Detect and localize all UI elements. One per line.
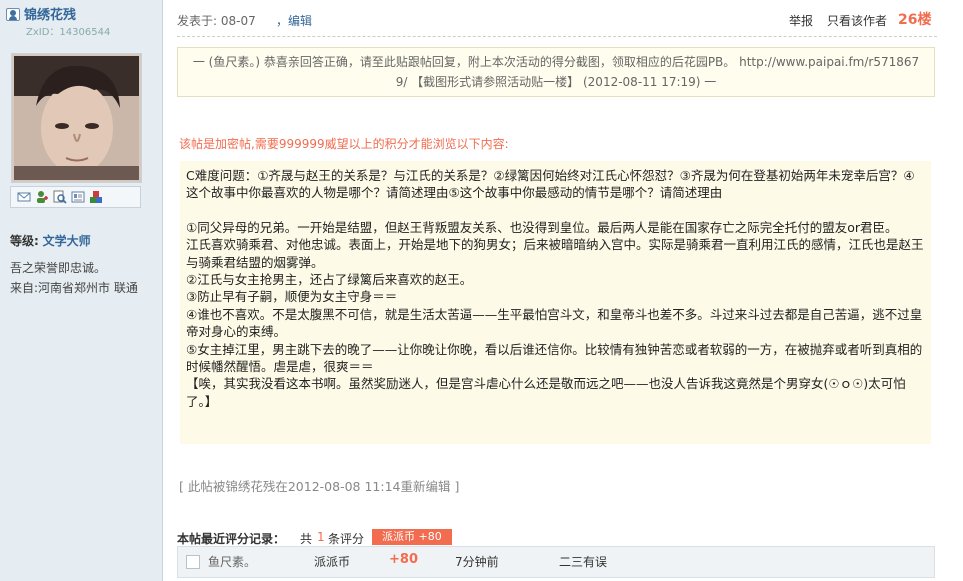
edit-history: [ 此帖被锦绣花残在2012-08-08 11:14重新编辑 ] [179,479,460,494]
rating-time: 7分钟前 [455,555,499,569]
add-friend-icon[interactable] [35,190,49,204]
user-icon [6,8,20,21]
forum-post: 锦绣花残 ZxID：14306544 等级: 文学大师 吾之荣誉即忠诚。 来自:… [0,0,963,581]
search-icon[interactable] [53,190,67,204]
profile-card-icon[interactable] [71,190,85,204]
moderator-notice: 一 (鱼尺素。) 恭喜亲回答正确，请至此贴跟帖回复，附上本次活动的得分截图，领取… [177,47,935,97]
floor-number[interactable]: 26楼 [898,9,931,29]
level-label: 等级: [10,234,39,248]
answer-2: ②江氏与女主抢男主，还占了绿篱后来喜欢的赵王。 [186,272,473,288]
rating-points: +80 [389,552,418,567]
rating-currency: 派派币 [314,555,351,569]
user-sidebar: 锦绣花残 ZxID：14306544 等级: 文学大师 吾之荣誉即忠诚。 来自:… [0,0,163,581]
notice-line-1: 一 (鱼尺素。) 恭喜亲回答正确，请至此贴跟帖回复，附上本次活动的得分截图，领取… [192,55,920,69]
rating-prefix: 共 [300,532,313,546]
avatar[interactable] [11,53,142,183]
rating-suffix: 条评分 [328,532,365,546]
answer-3: ③防止早有子嗣，顺便为女主守身＝＝ [186,289,398,305]
rater-name[interactable]: 鱼尺素。 [208,553,256,570]
mail-icon[interactable] [17,190,31,204]
user-id: ZxID：14306544 [26,27,111,38]
only-author-link[interactable]: 只看该作者 [827,12,887,29]
rating-badge: 派派币 +80 [372,529,452,545]
rating-reason: 二三有误 [559,555,608,569]
user-level: 等级: 文学大师 [10,232,91,249]
notice-line-2: 9/ 【截图形式请参照活动贴一楼】 (2012-08-11 17:19) 一 [395,75,717,89]
rating-row: 鱼尺素。 派派币 +80 7分钟前 二三有误 [177,546,935,578]
level-value[interactable]: 文学大师 [43,234,91,248]
encrypted-notice: 该帖是加密帖,需要999999威望以上的积分才能浏览以下内容: [179,137,509,151]
question-text: C难度问题：①齐晟与赵王的关系是？与江氏的关系是？②绿篱因何始终对江氏心怀怨怼？… [186,168,915,201]
post-header: 发表于: 08-07 ，编辑 举报 只看该作者 26楼 [177,8,937,30]
divider [177,36,937,37]
rating-summary: 本帖最近评分记录： 共 1 条评分 派派币 +80 [177,529,937,547]
user-location: 来自:河南省郑州市 联通 [10,281,138,295]
edit-link[interactable]: ，编辑 [276,12,312,29]
answer-1: ①同父异母的兄弟。一开始是结盟，但赵王背叛盟友关系、也没得到皇位。最后两人是能在… [186,219,898,235]
user-motto: 吾之荣誉即忠诚。 [10,261,107,275]
answer-4: ④谁也不喜欢。不是太腹黑不可信，就是生活太苦逼——生平最怕宫斗文，和皇帝斗也差不… [186,306,923,340]
puzzle-icon[interactable] [89,190,103,204]
answer-5: ⑤女主掉江里，男主跳下去的晚了——让你晚让你晚，看以后谁还信你。比较情有独钟苦恋… [186,341,923,375]
username-row[interactable]: 锦绣花残 [6,4,76,23]
closing-note: 【唉，其实我没看这本书啊。虽然奖励迷人，但是宫斗虐心什么还是敬而远之吧——也没人… [186,376,906,409]
user-action-bar [10,186,141,208]
answer-1b: 江氏喜欢骑乘君、对他忠诚。表面上，开始是地下的狗男女；后来被暗暗纳入宫中。实际是… [186,237,924,270]
post-time: 发表于: 08-07 [177,14,256,28]
rating-count: 1 [317,530,325,544]
username[interactable]: 锦绣花残 [24,8,76,23]
rater-avatar-icon[interactable] [186,555,200,569]
rating-title: 本帖最近评分记录： [177,532,286,546]
post-content: C难度问题：①齐晟与赵王的关系是？与江氏的关系是？②绿篱因何始终对江氏心怀怨怼？… [180,161,931,444]
report-link[interactable]: 举报 [789,12,813,29]
